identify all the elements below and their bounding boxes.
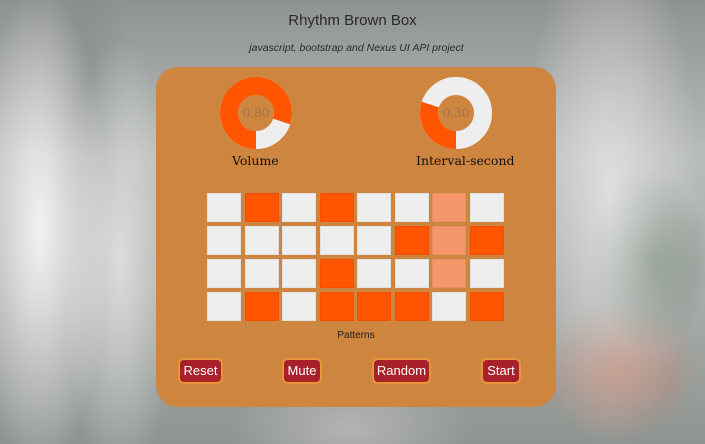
pattern-cell[interactable] [207,226,241,255]
pattern-cell[interactable] [394,292,429,321]
mute-button[interactable]: Mute [282,358,322,384]
pattern-cell[interactable] [244,259,279,288]
pattern-cell[interactable] [432,193,466,222]
pattern-cell[interactable] [207,292,241,321]
pattern-cell[interactable] [469,226,504,255]
page-title: Rhythm Brown Box [288,12,417,29]
patterns-label: Patterns [337,330,375,341]
volume-label: Volume [232,153,279,168]
pattern-cell[interactable] [244,193,279,222]
pattern-cell[interactable] [282,226,316,255]
page-subtitle: javascript, bootstrap and Nexus UI API p… [249,42,464,54]
pattern-cell[interactable] [282,292,316,321]
pattern-cell[interactable] [469,193,504,222]
volume-control: 0.80 Volume [220,77,292,168]
pattern-cell[interactable] [394,259,429,288]
pattern-cell[interactable] [282,259,316,288]
pattern-cell[interactable] [282,193,316,222]
interval-label: Interval-second [416,153,515,168]
pattern-cell[interactable] [357,259,391,288]
pattern-cell[interactable] [319,193,354,222]
pattern-cell[interactable] [432,226,466,255]
pattern-cell[interactable] [244,226,279,255]
volume-dial[interactable]: 0.80 [220,77,292,149]
pattern-cell[interactable] [319,259,354,288]
pattern-cell[interactable] [394,226,429,255]
volume-value: 0.80 [242,106,270,120]
pattern-cell[interactable] [469,292,504,321]
interval-value: 0.30 [442,106,470,120]
pattern-cell[interactable] [357,226,391,255]
random-button[interactable]: Random [372,358,431,384]
pattern-cell[interactable] [357,193,391,222]
pattern-cell[interactable] [432,292,466,321]
start-button[interactable]: Start [481,358,521,384]
pattern-cell[interactable] [432,259,466,288]
drum-machine-panel: 0.80 Volume 0.30 Interval-second Pattern… [156,67,556,407]
pattern-cell[interactable] [207,259,241,288]
pattern-sequencer-grid [207,193,504,321]
reset-button[interactable]: Reset [178,358,223,384]
pattern-cell[interactable] [357,292,391,321]
pattern-cell[interactable] [469,259,504,288]
interval-dial[interactable]: 0.30 [420,77,492,149]
interval-control: 0.30 Interval-second [416,77,515,168]
pattern-cell[interactable] [319,226,354,255]
pattern-cell[interactable] [207,193,241,222]
pattern-cell[interactable] [394,193,429,222]
pattern-cell[interactable] [319,292,354,321]
pattern-cell[interactable] [244,292,279,321]
